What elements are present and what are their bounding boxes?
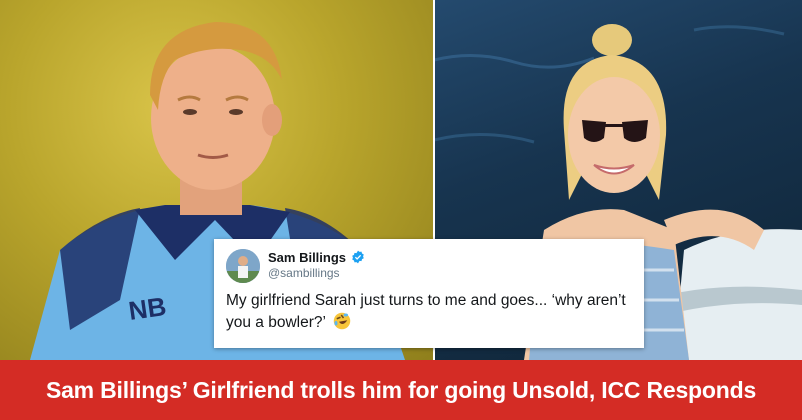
headline-banner: Sam Billings’ Girlfriend trolls him for … xyxy=(0,360,802,420)
tweet-handle[interactable]: @sambillings xyxy=(268,266,340,280)
tweet-card[interactable]: Sam Billings @sambillings My girlfriend … xyxy=(214,239,644,348)
avatar[interactable] xyxy=(226,249,260,283)
tweet-display-name[interactable]: Sam Billings xyxy=(268,250,346,265)
verified-badge-icon xyxy=(352,250,364,264)
svg-text:NB: NB xyxy=(127,291,168,326)
profile-photo-icon xyxy=(226,249,260,283)
tweet-body: My girlfriend Sarah just turns to me and… xyxy=(226,292,626,331)
rolling-on-floor-laughing-emoji xyxy=(333,312,350,330)
headline-text[interactable]: Sam Billings’ Girlfriend trolls him for … xyxy=(46,377,756,404)
tweet-text: My girlfriend Sarah just turns to me and… xyxy=(226,290,631,334)
